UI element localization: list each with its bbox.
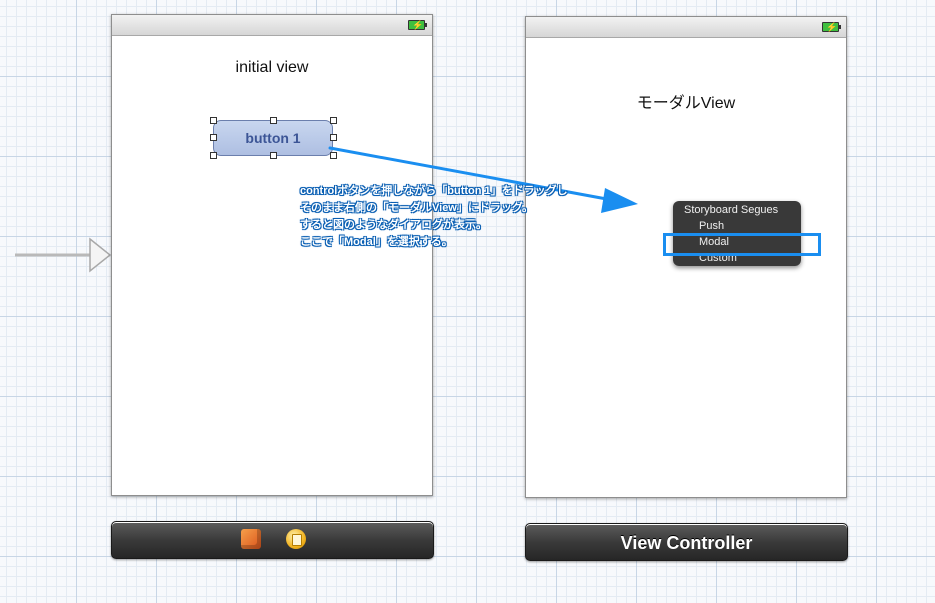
resize-handle[interactable] [270,117,277,124]
status-bar: ⚡ [526,17,846,38]
resize-handle[interactable] [270,152,277,159]
entry-point-arrow [15,237,112,273]
annotation-line: すると図のようなダイアログが表示。 [300,219,487,231]
modal-highlight-box [663,233,821,256]
status-bar: ⚡ [112,15,432,36]
resize-handle[interactable] [210,152,217,159]
resize-handle[interactable] [330,134,337,141]
resize-handle[interactable] [330,152,337,159]
resize-handle[interactable] [330,117,337,124]
button-1[interactable]: button 1 [213,120,333,156]
initial-view-scene[interactable]: ⚡ initial view button 1 [111,14,433,496]
resize-handle[interactable] [210,117,217,124]
view-controller-icon[interactable] [286,529,306,549]
segue-option-push[interactable]: Push [699,220,724,232]
scene-dock-modal[interactable]: View Controller [525,523,848,561]
annotation-note: controlボタンを押しながら「button 1」をドラッグし そのまま右側の… [300,183,568,251]
annotation-line: controlボタンを押しながら「button 1」をドラッグし [300,185,568,197]
resize-handle[interactable] [210,134,217,141]
scene-dock-initial[interactable] [111,521,434,559]
battery-icon: ⚡ [822,22,841,32]
scene-title-initial: initial view [235,59,309,76]
scene-title-modal: モーダルView [636,95,736,112]
annotation-line: そのまま右側の「モーダルView」にドラッグ。 [300,202,533,214]
battery-icon: ⚡ [408,20,427,30]
segue-menu-header: Storyboard Segues [684,204,779,216]
first-responder-cube-icon[interactable] [241,529,261,549]
dock-label-view-controller: View Controller [620,533,753,553]
annotation-line: ここで「Modal」を選択する。 [300,236,453,248]
